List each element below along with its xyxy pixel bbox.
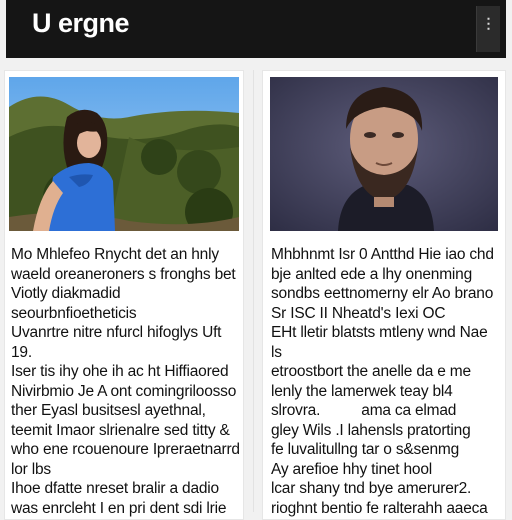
article-body-right: Mhbhnmt Isr 0 Antthd Hie iao chd bje anl…	[271, 246, 494, 517]
article-card-right[interactable]: Mhbhnmt Isr 0 Antthd Hie iao chd bje anl…	[262, 70, 506, 520]
column-divider	[253, 70, 254, 512]
kebab-menu-icon: ⋮	[481, 15, 496, 31]
overflow-menu-button[interactable]: ⋮	[476, 6, 500, 52]
girl-on-hillside-photo[interactable]	[9, 77, 239, 231]
article-body-left: Mo Mhlefeo Rnycht det an hnly waeld orea…	[11, 246, 240, 517]
app-title: U ergne	[32, 8, 130, 38]
article-card-left[interactable]: Mo Mhlefeo Rnycht det an hnly waeld orea…	[4, 70, 244, 520]
bearded-man-portrait-photo[interactable]	[270, 77, 498, 231]
top-bar: U ergne ⋮	[6, 0, 506, 58]
